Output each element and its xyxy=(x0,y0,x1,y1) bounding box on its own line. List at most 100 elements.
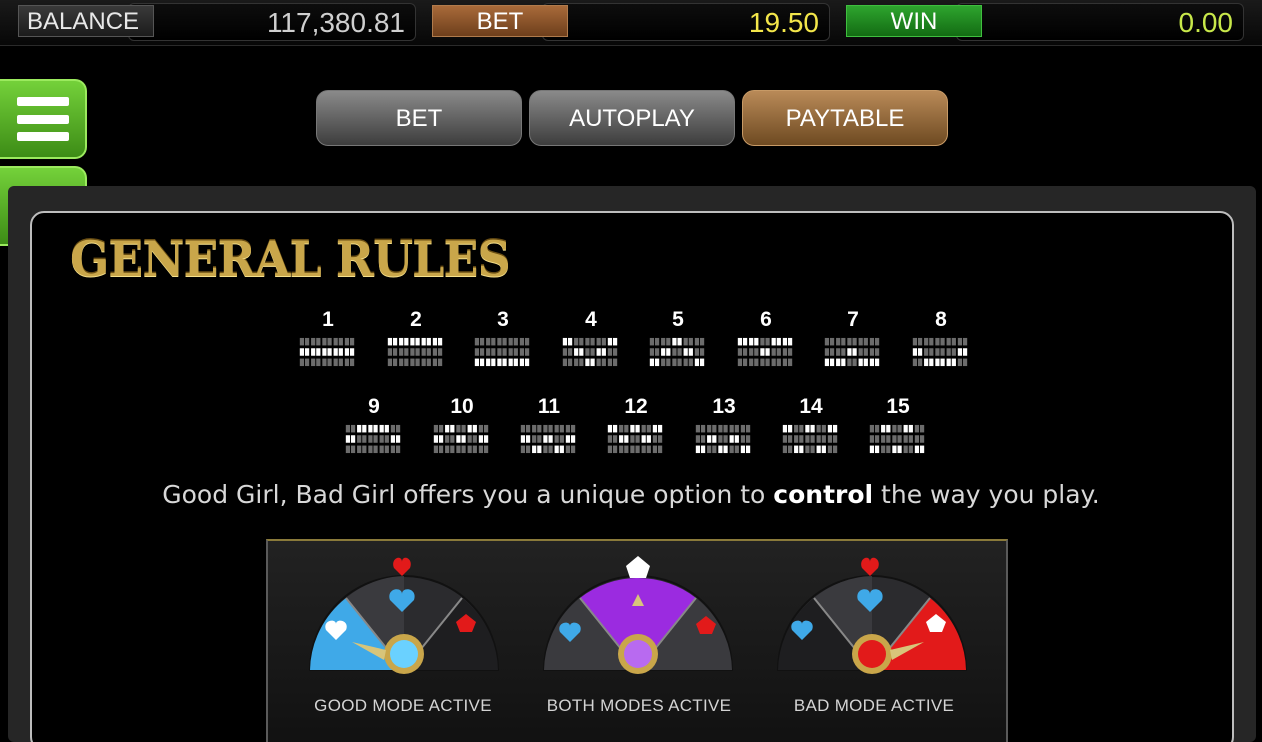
payline-cell-active xyxy=(299,348,305,356)
payline-cell xyxy=(607,445,613,454)
payline-cell xyxy=(349,337,355,346)
payline-cell xyxy=(478,424,484,433)
payline-cell xyxy=(672,348,677,356)
payline-cell xyxy=(740,435,746,443)
payline-cell xyxy=(641,424,646,433)
payline-cell-active xyxy=(421,337,426,346)
payline-cell xyxy=(532,424,537,433)
payline-pattern-icon xyxy=(345,424,401,454)
good-mode-label: GOOD MODE ACTIVE xyxy=(314,696,492,715)
payline-cell-active xyxy=(532,445,537,454)
payline-cell-active xyxy=(322,348,327,356)
payline-cell-active xyxy=(924,358,929,367)
payline-cell-active xyxy=(847,348,852,356)
payline-cell xyxy=(908,445,913,454)
payline-cell xyxy=(612,348,618,356)
payline-cell-active xyxy=(903,424,908,433)
payline-number: 8 xyxy=(935,308,947,331)
tab-bet[interactable]: BET xyxy=(316,90,522,146)
payline-pattern-icon xyxy=(869,424,925,454)
payline-cell-active xyxy=(467,424,472,433)
payline-number: 13 xyxy=(712,395,736,418)
payline-cell xyxy=(525,424,531,433)
payline-cell-active xyxy=(712,435,717,443)
payline-cell-active xyxy=(379,424,384,433)
payline-cell xyxy=(821,435,826,443)
payline-cell xyxy=(345,445,351,454)
payline-cell xyxy=(874,424,880,433)
menu-button[interactable] xyxy=(0,79,87,159)
payline-cell-active xyxy=(387,337,393,346)
payline-cell xyxy=(946,348,951,356)
payline-cell xyxy=(322,358,327,367)
payline-cell xyxy=(654,348,660,356)
payline-cell xyxy=(486,348,491,356)
tab-autoplay[interactable]: AUTOPLAY xyxy=(529,90,735,146)
payline-cell xyxy=(832,445,838,454)
payline-cell xyxy=(957,358,963,367)
payline-number: 3 xyxy=(497,308,509,331)
payline-cell xyxy=(433,424,439,433)
payline-cell-active xyxy=(881,424,886,433)
payline-cell xyxy=(362,445,367,454)
payline-cell-active xyxy=(524,358,530,367)
payline-cell xyxy=(776,348,781,356)
payline-cell-active xyxy=(782,424,788,433)
payline-cell xyxy=(951,348,956,356)
payline-cell xyxy=(787,348,793,356)
payline-cell xyxy=(316,358,321,367)
payline-pattern-icon xyxy=(562,337,618,367)
payline-cell xyxy=(502,337,507,346)
payline-pattern-icon xyxy=(299,337,355,367)
payline-cell xyxy=(513,337,518,346)
payline-cell xyxy=(917,358,923,367)
payline-cell xyxy=(771,348,776,356)
payline-cell xyxy=(858,348,863,356)
payline-cell-active xyxy=(734,435,739,443)
payline-cell xyxy=(437,358,443,367)
payline-cell xyxy=(548,445,553,454)
payline-cell xyxy=(694,337,700,346)
payline-cell xyxy=(456,424,461,433)
payline-cell xyxy=(368,445,373,454)
payline-cell xyxy=(881,445,886,454)
payline-cell-active xyxy=(590,358,595,367)
payline-cell xyxy=(683,337,688,346)
payline-cell-active xyxy=(863,358,868,367)
payline-cell xyxy=(445,435,450,443)
payline-cell xyxy=(357,435,362,443)
payline-cell xyxy=(677,358,682,367)
payline-cell xyxy=(699,348,705,356)
payline-cell-active xyxy=(917,348,923,356)
payline-cell-active xyxy=(760,348,765,356)
win-value: 0.00 xyxy=(956,3,1244,41)
payline-cell-active xyxy=(344,348,350,356)
payline-cell-active xyxy=(657,424,663,433)
payline-cell xyxy=(836,348,841,356)
payline-cell xyxy=(810,445,815,454)
payline-cell xyxy=(316,337,321,346)
payline-cell-active xyxy=(537,445,542,454)
payline-cell xyxy=(537,435,542,443)
rules-description: Good Girl, Bad Girl offers you a unique … xyxy=(0,480,1262,509)
payline-cell xyxy=(344,358,350,367)
payline-cell xyxy=(497,337,502,346)
payline-cell xyxy=(390,424,396,433)
payline-cell-active xyxy=(565,435,571,443)
payline-cell-active xyxy=(486,358,491,367)
payline-cell xyxy=(794,424,799,433)
tab-paytable[interactable]: PAYTABLE xyxy=(742,90,948,146)
payline-cell xyxy=(858,337,863,346)
desc-text-end: the way you play. xyxy=(873,480,1100,509)
payline-cell-active xyxy=(827,424,833,433)
payline-cell xyxy=(874,435,880,443)
payline-cell xyxy=(479,348,485,356)
payline-cell-active xyxy=(742,337,748,346)
payline-cell xyxy=(461,445,466,454)
payline-cell-active xyxy=(892,445,897,454)
payline-cell xyxy=(924,337,929,346)
payline-cell-active xyxy=(688,348,693,356)
payline-cell xyxy=(646,424,651,433)
payline-number: 1 xyxy=(322,308,334,331)
payline-cell xyxy=(799,435,804,443)
